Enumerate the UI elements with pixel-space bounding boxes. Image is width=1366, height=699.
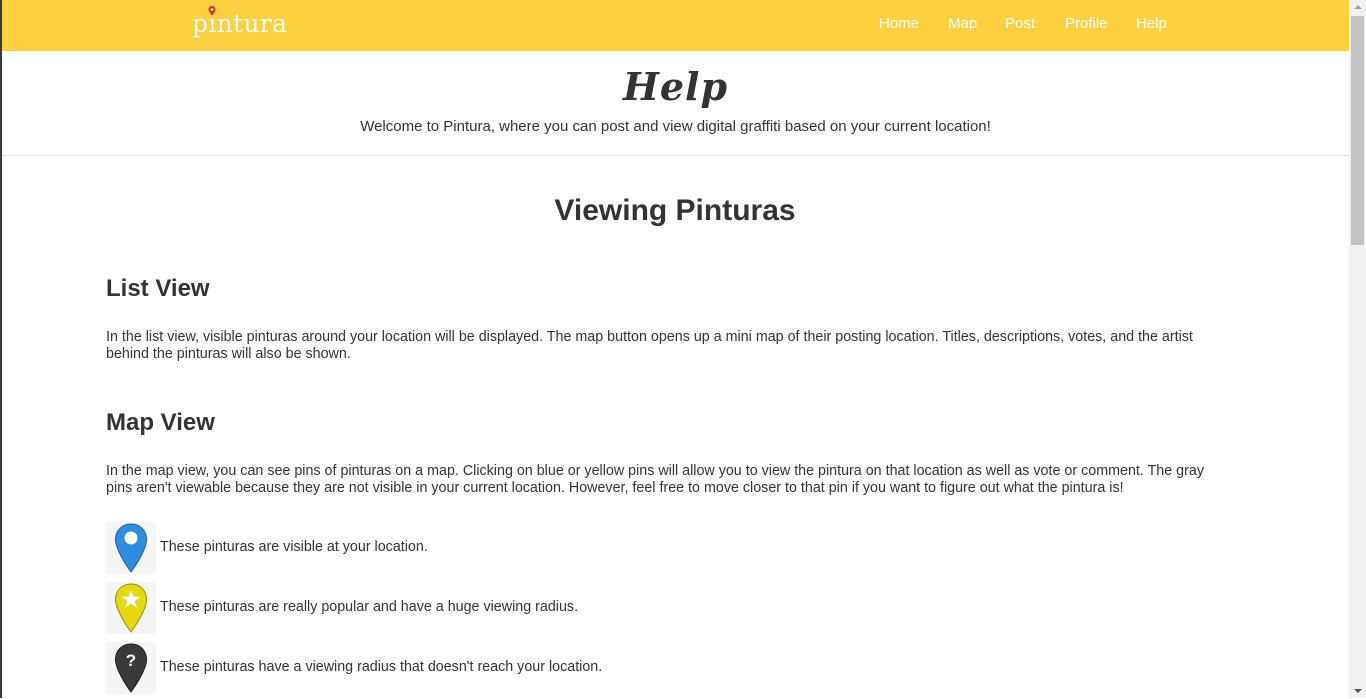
- legend-item: These pinturas are really popular and ha…: [106, 582, 806, 634]
- page-title: Help: [622, 64, 729, 109]
- list-view-description: In the list view, visible pinturas aroun…: [106, 329, 1193, 362]
- legend-text: These pinturas are really popular and ha…: [160, 599, 579, 615]
- map-view-description: In the map view, you can see pins of pin…: [106, 463, 1204, 496]
- vertical-scrollbar[interactable]: [1349, 0, 1366, 698]
- blue-pin-icon: [106, 522, 156, 574]
- legend-item: ? These pinturas have a viewing radius t…: [106, 642, 806, 694]
- yellow-star-pin-icon: [106, 582, 156, 634]
- map-pin-icon: [208, 6, 216, 16]
- brand-logo[interactable]: pintura: [192, 4, 287, 44]
- list-view-heading: List View: [106, 275, 210, 302]
- legend-text: These pinturas have a viewing radius tha…: [160, 659, 603, 675]
- section-title: Viewing Pinturas: [554, 194, 796, 227]
- brand-text: pintura: [192, 9, 288, 38]
- nav-post[interactable]: Post: [1005, 15, 1035, 32]
- scroll-down-arrow-icon[interactable]: [1354, 689, 1362, 693]
- map-view-heading: Map View: [106, 409, 215, 436]
- nav-help[interactable]: Help: [1136, 15, 1167, 32]
- page-header: Help Welcome to Pintura, where you can p…: [2, 51, 1349, 156]
- legend-text: These pinturas are visible at your locat…: [160, 539, 428, 555]
- nav-home[interactable]: Home: [879, 15, 919, 32]
- legend-item: These pinturas are visible at your locat…: [106, 522, 806, 574]
- dark-question-pin-icon: ?: [106, 642, 156, 694]
- nav-profile[interactable]: Profile: [1065, 15, 1108, 32]
- nav-map[interactable]: Map: [948, 15, 977, 32]
- top-navbar: pintura Home Map Post Profile Help: [2, 0, 1349, 51]
- welcome-text: Welcome to Pintura, where you can post a…: [360, 118, 991, 135]
- svg-text:?: ?: [126, 651, 136, 670]
- scroll-up-arrow-icon[interactable]: [1354, 5, 1362, 9]
- scrollbar-thumb[interactable]: [1351, 16, 1364, 245]
